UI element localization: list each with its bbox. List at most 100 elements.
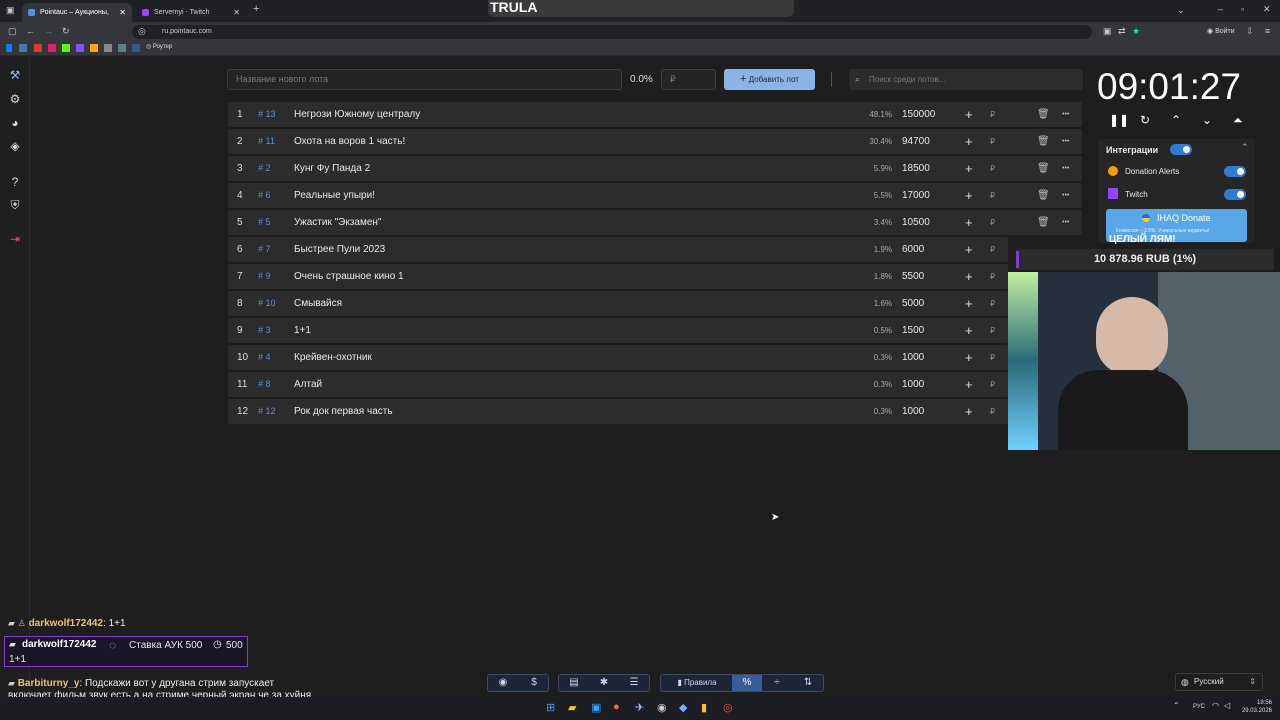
auction-hammer-icon[interactable]: ⚒ <box>8 68 22 82</box>
add-lot-button[interactable]: + Добавить лот <box>724 69 815 90</box>
photoshop-icon[interactable]: ▣ <box>591 701 601 714</box>
help-icon[interactable]: ? <box>8 175 22 189</box>
login-button[interactable]: ◉ Войти <box>1207 27 1235 35</box>
lot-amount[interactable]: 17000 <box>902 183 930 208</box>
settings-gear-icon[interactable]: ⚙ <box>8 92 22 106</box>
bookmark-icon[interactable] <box>118 44 126 52</box>
subtract-time-icon[interactable]: ⌄ <box>1202 113 1212 127</box>
wifi-icon[interactable]: ◠ <box>1212 701 1219 710</box>
close-tab-icon[interactable]: ✕ <box>119 3 126 22</box>
download-icon[interactable]: ⇩ <box>1246 26 1254 37</box>
lot-name[interactable]: Реальные упыри! <box>294 183 375 208</box>
lot-id[interactable]: # 12 <box>258 399 276 424</box>
add-amount-icon[interactable]: + <box>965 237 973 262</box>
github-icon[interactable]: ◉ <box>488 675 518 691</box>
lot-name[interactable]: Кунг Фу Панда 2 <box>294 156 370 181</box>
add-amount-icon[interactable]: + <box>965 102 973 127</box>
new-tab-icon[interactable]: + <box>253 3 259 15</box>
lot-name[interactable]: Ужастик "Экзамен" <box>294 210 381 235</box>
minimize-icon[interactable]: – <box>1218 4 1223 14</box>
lot-amount[interactable]: 150000 <box>902 102 935 127</box>
tab-search-icon[interactable]: ⌄ <box>1177 5 1185 16</box>
layers-icon[interactable]: ◈ <box>8 139 22 153</box>
lot-id[interactable]: # 8 <box>258 372 271 397</box>
back-icon[interactable]: ← <box>26 26 35 36</box>
address-input[interactable]: ru.pointauc.com <box>132 25 1092 39</box>
app-icon[interactable]: ▮ <box>701 701 707 714</box>
restart-icon[interactable]: ↻ <box>1140 113 1150 127</box>
language-select[interactable]: ◍ Русский ⇕ <box>1175 673 1263 691</box>
split-icon[interactable]: ÷ <box>762 675 792 691</box>
telegram-icon[interactable]: ✈ <box>635 701 644 714</box>
lot-amount[interactable]: 10500 <box>902 210 930 235</box>
lot-id[interactable]: # 10 <box>258 291 276 316</box>
bookmark-star-icon[interactable]: ★ <box>1132 26 1140 37</box>
add-amount-icon[interactable]: + <box>965 372 973 397</box>
list-icon[interactable]: ☰ <box>619 675 649 691</box>
lot-name[interactable]: Охота на воров 1 часть! <box>294 129 405 154</box>
tray-language[interactable]: РУС <box>1193 704 1205 710</box>
add-time-icon[interactable]: ⌃ <box>1171 113 1181 127</box>
lot-id[interactable]: # 4 <box>258 345 271 370</box>
lot-name[interactable]: 1+1 <box>294 318 311 343</box>
lot-id[interactable]: # 6 <box>258 183 271 208</box>
lot-id[interactable]: # 9 <box>258 264 271 289</box>
delete-icon[interactable]: 🗑 <box>1037 210 1050 235</box>
save-icon[interactable]: ▤ <box>559 675 589 691</box>
lot-amount[interactable]: 94700 <box>902 129 930 154</box>
lot-id[interactable]: # 5 <box>258 210 271 235</box>
tab-twitch[interactable]: Servernyi - Twitch ✕ <box>136 3 246 22</box>
obs-icon[interactable]: ◉ <box>657 701 667 714</box>
bookmark-icon[interactable] <box>76 44 84 52</box>
translate-icon[interactable]: ⇄ <box>1118 26 1126 37</box>
bookmark-icon[interactable] <box>90 44 98 52</box>
lot-id[interactable]: # 3 <box>258 318 271 343</box>
bookmark-icon[interactable] <box>104 44 112 52</box>
bookmark-icon[interactable] <box>132 44 140 52</box>
percent-mode-icon[interactable]: % <box>732 675 762 691</box>
add-amount-icon[interactable]: + <box>965 291 973 316</box>
lot-id[interactable]: # 7 <box>258 237 271 262</box>
logout-icon[interactable]: ⇥ <box>8 232 22 246</box>
more-options-icon[interactable]: ••• <box>1062 210 1069 235</box>
bookmark-icon[interactable] <box>62 44 70 52</box>
lot-name[interactable]: Крейвен-охотник <box>294 345 372 370</box>
browser-icon[interactable]: ● <box>613 701 620 713</box>
collapse-icon[interactable]: ⌃ <box>1241 142 1249 153</box>
site-info-icon[interactable]: ◎ <box>138 26 146 37</box>
lot-amount[interactable]: 6000 <box>902 237 924 262</box>
lot-name[interactable]: Алтай <box>294 372 322 397</box>
tray-date[interactable]: 29.03.2026 <box>1240 708 1272 714</box>
lot-search-input[interactable]: ⌕ Поиск среди лотов... <box>849 69 1083 90</box>
explorer-icon[interactable]: ▰ <box>568 701 576 714</box>
lot-amount[interactable]: 5500 <box>902 264 924 289</box>
bookmark-icon[interactable] <box>6 44 12 52</box>
add-amount-icon[interactable]: + <box>965 210 973 235</box>
sort-icon[interactable]: ⇅ <box>793 675 823 691</box>
start-icon[interactable]: ⊞ <box>546 701 555 714</box>
donate-dollar-icon[interactable]: $ <box>519 675 549 691</box>
tray-time[interactable]: 18:56 <box>1240 700 1272 706</box>
lot-amount[interactable]: 1000 <box>902 345 924 370</box>
browser-menu-icon[interactable]: ≡ <box>1265 26 1270 36</box>
more-options-icon[interactable]: ••• <box>1062 156 1069 181</box>
add-amount-icon[interactable]: + <box>965 156 973 181</box>
forward-icon[interactable]: → <box>44 26 53 36</box>
shield-icon[interactable]: ⛨ <box>8 198 22 212</box>
add-amount-icon[interactable]: + <box>965 318 973 343</box>
lot-id[interactable]: # 13 <box>258 102 276 127</box>
tray-chevron-icon[interactable]: ⌃ <box>1173 701 1180 710</box>
new-lot-name-input[interactable]: Название нового лота <box>227 69 622 90</box>
delete-icon[interactable]: 🗑 <box>1037 129 1050 154</box>
bookmark-icon[interactable] <box>34 44 42 52</box>
bookmark-icon[interactable] <box>19 44 27 52</box>
more-options-icon[interactable]: ••• <box>1062 129 1069 154</box>
pause-icon[interactable]: ❚❚ <box>1109 113 1129 127</box>
delete-icon[interactable]: 🗑 <box>1037 183 1050 208</box>
delete-icon[interactable]: 🗑 <box>1037 102 1050 127</box>
chat-nick[interactable]: darkwolf172442 <box>29 618 104 629</box>
close-window-icon[interactable]: ✕ <box>1263 4 1271 15</box>
lot-amount[interactable]: 1500 <box>902 318 924 343</box>
extension-icon[interactable]: ▣ <box>1103 26 1112 37</box>
bookmark-router[interactable]: ◎ Роутер <box>146 43 172 50</box>
